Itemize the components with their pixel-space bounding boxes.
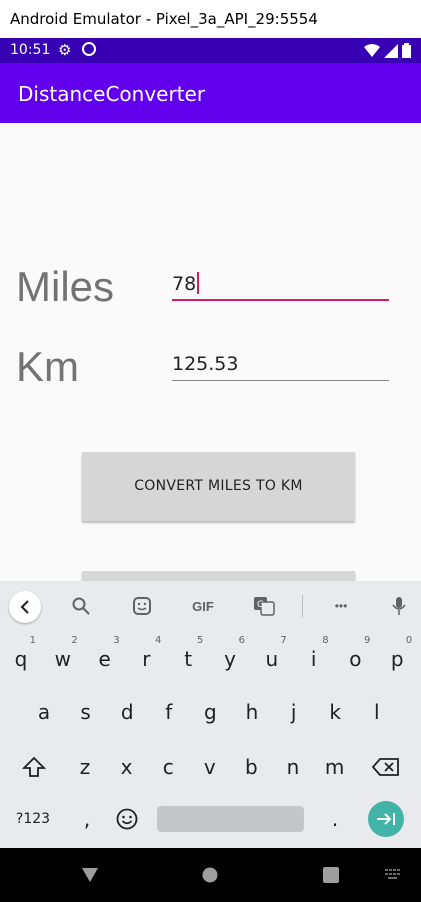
- status-time: 10:51: [10, 42, 51, 58]
- window-title: Android Emulator - Pixel_3a_API_29:5554: [0, 0, 421, 38]
- comma-key[interactable]: ,: [66, 794, 108, 844]
- navigation-bar: [0, 848, 421, 902]
- shift-key[interactable]: [13, 742, 55, 792]
- key-label: r: [142, 647, 151, 671]
- key-row-2: asdfghjkl: [0, 687, 421, 737]
- key-row-3: zxcvbnm: [0, 742, 421, 792]
- gif-button[interactable]: GIF: [186, 593, 220, 619]
- key-label: p: [390, 647, 404, 671]
- app-bar: DistanceConverter: [0, 63, 421, 123]
- app-title: DistanceConverter: [18, 82, 206, 106]
- status-bar: 10:51 ⚙: [0, 38, 421, 63]
- sticker-icon[interactable]: [129, 593, 155, 619]
- key-t[interactable]: t5: [167, 634, 209, 684]
- nav-back-icon[interactable]: [76, 848, 104, 902]
- key-label: e: [98, 647, 111, 671]
- emoji-key[interactable]: [106, 794, 148, 844]
- key-label: y: [224, 647, 236, 671]
- key-a[interactable]: a: [23, 687, 65, 737]
- key-hint: 3: [113, 635, 120, 646]
- second-button[interactable]: [82, 571, 355, 581]
- key-y[interactable]: y6: [209, 634, 251, 684]
- key-x[interactable]: x: [106, 742, 148, 792]
- keyboard-toolbar: GIF G •••: [0, 581, 421, 631]
- miles-input[interactable]: 78: [172, 267, 389, 301]
- key-w[interactable]: w2: [42, 634, 84, 684]
- key-g[interactable]: g: [189, 687, 231, 737]
- miles-input-value: 78: [172, 273, 197, 295]
- key-label: w: [54, 647, 71, 671]
- key-label: q: [14, 647, 28, 671]
- key-l[interactable]: l: [356, 687, 398, 737]
- keyboard-switch-icon[interactable]: [383, 848, 403, 902]
- battery-icon: [402, 43, 411, 58]
- key-u[interactable]: u7: [251, 634, 293, 684]
- key-label: o: [349, 647, 362, 671]
- key-o[interactable]: o9: [334, 634, 376, 684]
- key-h[interactable]: h: [231, 687, 273, 737]
- miles-label: Miles: [16, 263, 115, 310]
- key-hint: 9: [364, 635, 371, 646]
- mic-icon[interactable]: [386, 593, 412, 619]
- nav-recents-icon[interactable]: [319, 848, 343, 902]
- key-hint: 5: [196, 635, 204, 646]
- back-arrow-icon[interactable]: [9, 591, 41, 623]
- key-hint: 4: [155, 635, 162, 646]
- text-cursor: [197, 271, 200, 294]
- settings-icon: ⚙: [58, 42, 72, 59]
- km-label: Km: [16, 343, 79, 390]
- more-options-button[interactable]: •••: [327, 593, 355, 619]
- key-s[interactable]: s: [65, 687, 107, 737]
- key-j[interactable]: j: [273, 687, 315, 737]
- key-label: t: [184, 647, 193, 671]
- key-label: u: [265, 647, 279, 671]
- nav-home-icon[interactable]: [198, 848, 222, 902]
- key-hint: 6: [238, 635, 245, 646]
- key-v[interactable]: v: [189, 742, 231, 792]
- wifi-icon: [364, 43, 380, 57]
- period-key[interactable]: .: [314, 794, 356, 844]
- key-row-1: q1w2e3r4t5y6u7i8o9p0: [0, 634, 421, 684]
- key-hint: 7: [280, 635, 287, 646]
- status-icons: [364, 43, 411, 58]
- soft-keyboard: GIF G ••• q1w2e3r4t5y6u7i8o9p0 asdfghjkl…: [0, 581, 421, 848]
- symbols-key[interactable]: ?123: [10, 794, 56, 844]
- km-input[interactable]: 125.53: [172, 347, 389, 381]
- main-content: Miles 78 Km 125.53 CONVERT MILES TO KM: [0, 123, 421, 581]
- key-hint: 1: [29, 635, 36, 646]
- backspace-key[interactable]: [365, 742, 407, 792]
- key-hint: 8: [322, 635, 329, 646]
- key-z[interactable]: z: [64, 742, 106, 792]
- key-hint: 0: [405, 635, 413, 646]
- emulator-frame: Android Emulator - Pixel_3a_API_29:5554 …: [0, 0, 421, 902]
- sync-icon: [82, 42, 96, 56]
- key-hint: 2: [71, 635, 78, 646]
- search-icon[interactable]: [68, 593, 94, 619]
- convert-miles-to-km-button[interactable]: CONVERT MILES TO KM: [82, 452, 355, 521]
- key-label: i: [310, 647, 317, 671]
- key-n[interactable]: n: [272, 742, 314, 792]
- key-b[interactable]: b: [230, 742, 272, 792]
- key-c[interactable]: c: [147, 742, 189, 792]
- enter-key[interactable]: [368, 801, 404, 837]
- enter-arrow-icon: [377, 813, 395, 825]
- svg-text:G: G: [257, 600, 264, 610]
- signal-icon: [384, 43, 398, 58]
- space-key[interactable]: [157, 806, 304, 832]
- key-m[interactable]: m: [314, 742, 356, 792]
- toolbar-divider: [302, 595, 303, 617]
- key-k[interactable]: k: [314, 687, 356, 737]
- translate-icon[interactable]: G: [251, 593, 277, 619]
- km-input-value: 125.53: [172, 353, 239, 375]
- key-f[interactable]: f: [148, 687, 190, 737]
- key-p[interactable]: p0: [376, 634, 418, 684]
- key-i[interactable]: i8: [293, 634, 335, 684]
- key-e[interactable]: e3: [84, 634, 126, 684]
- key-r[interactable]: r4: [125, 634, 167, 684]
- key-d[interactable]: d: [106, 687, 148, 737]
- key-q[interactable]: q1: [0, 634, 42, 684]
